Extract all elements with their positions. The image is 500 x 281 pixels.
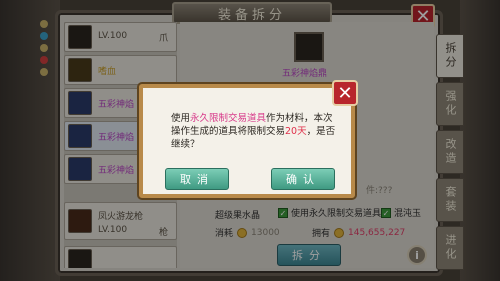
dialog-highlight-days: 20天 (285, 126, 307, 137)
dialog-close-button[interactable]: ✕ (332, 80, 358, 106)
dialog-highlight-item: 永久限制交易道具 (190, 113, 267, 124)
dialog-message: 使用永久限制交易道具作为材料，本次操作生成的道具将限制交易20天，是否继续？ (171, 112, 341, 151)
dialog-text: 使用 (171, 113, 191, 124)
cancel-button[interactable]: 取消 (165, 168, 229, 190)
confirm-button[interactable]: 确认 (271, 168, 335, 190)
confirm-dialog: 使用永久限制交易道具作为材料，本次操作生成的道具将限制交易20天，是否继续？ 取… (139, 84, 355, 198)
